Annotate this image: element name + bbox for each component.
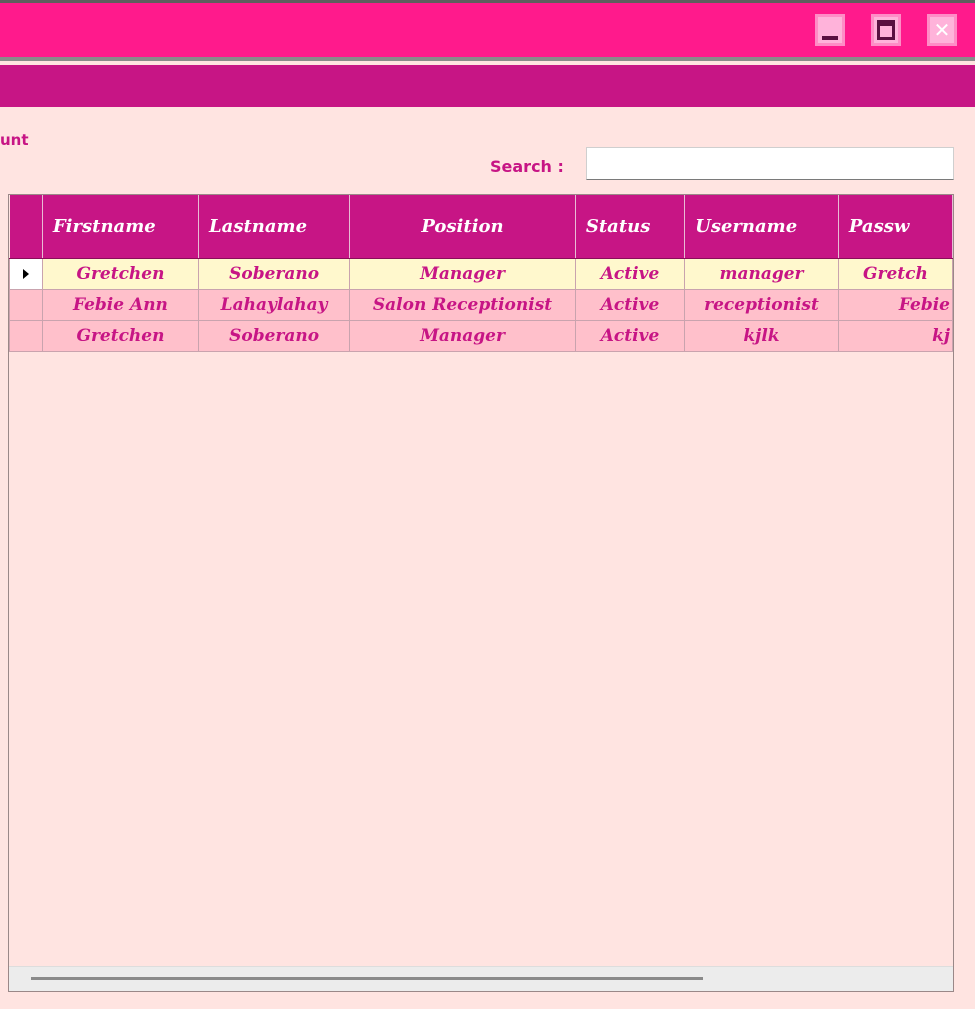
title-bar-border: [0, 57, 975, 61]
cell-status[interactable]: Active: [574, 319, 686, 352]
row-header[interactable]: [9, 319, 43, 352]
table-row[interactable]: Gretchen Soberano Manager Active kjlk kj: [9, 319, 953, 352]
accounts-grid[interactable]: Firstname Lastname Position Status Usern…: [8, 194, 954, 992]
accounts-table: Firstname Lastname Position Status Usern…: [9, 195, 953, 352]
maximize-icon[interactable]: [871, 14, 901, 46]
cell-password[interactable]: Febie: [837, 288, 953, 321]
cell-firstname[interactable]: Gretchen: [41, 319, 200, 352]
column-header-lastname[interactable]: Lastname: [198, 195, 351, 259]
column-header-username[interactable]: Username: [684, 195, 839, 259]
column-header-firstname[interactable]: Firstname: [42, 195, 200, 259]
horizontal-scrollbar[interactable]: [9, 966, 953, 991]
column-header-position[interactable]: Position: [349, 195, 576, 259]
search-input[interactable]: [586, 147, 954, 180]
cell-lastname[interactable]: Lahaylahay: [198, 288, 351, 321]
cell-lastname[interactable]: Soberano: [198, 257, 351, 290]
cell-lastname[interactable]: Soberano: [198, 319, 351, 352]
row-header[interactable]: [9, 288, 43, 321]
cell-password[interactable]: kj: [837, 319, 953, 352]
cell-status[interactable]: Active: [574, 288, 686, 321]
column-header-password[interactable]: Passw: [838, 195, 953, 259]
table-row[interactable]: Febie Ann Lahaylahay Salon Receptionist …: [9, 288, 953, 321]
cell-position[interactable]: Manager: [349, 257, 576, 290]
table-row[interactable]: Gretchen Soberano Manager Active manager…: [9, 257, 953, 290]
cell-position[interactable]: Salon Receptionist: [349, 288, 576, 321]
scrollbar-thumb[interactable]: [31, 977, 703, 980]
cell-firstname[interactable]: Gretchen: [41, 257, 200, 290]
cell-username[interactable]: manager: [684, 257, 839, 290]
cell-position[interactable]: Manager: [349, 319, 576, 352]
cell-status[interactable]: Active: [574, 257, 686, 290]
column-header-status[interactable]: Status: [575, 195, 686, 259]
section-title: unt: [0, 131, 29, 149]
close-glyph: ✕: [933, 18, 951, 42]
row-header[interactable]: [9, 257, 43, 290]
current-row-arrow-icon: [22, 269, 29, 279]
cell-username[interactable]: receptionist: [684, 288, 839, 321]
cell-username[interactable]: kjlk: [684, 319, 839, 352]
header-row: Firstname Lastname Position Status Usern…: [9, 195, 953, 259]
staff-account-window: ✕ unt Search : Firstname Lastname Positi…: [0, 0, 975, 1009]
header-ribbon: [0, 65, 975, 107]
search-label: Search :: [490, 157, 564, 176]
close-icon[interactable]: ✕: [927, 14, 957, 46]
title-bar[interactable]: ✕: [0, 0, 975, 61]
cell-firstname[interactable]: Febie Ann: [41, 288, 200, 321]
cell-password[interactable]: Gretch: [837, 257, 953, 290]
column-header-rowselector[interactable]: [9, 195, 43, 259]
minimize-icon[interactable]: [815, 14, 845, 46]
